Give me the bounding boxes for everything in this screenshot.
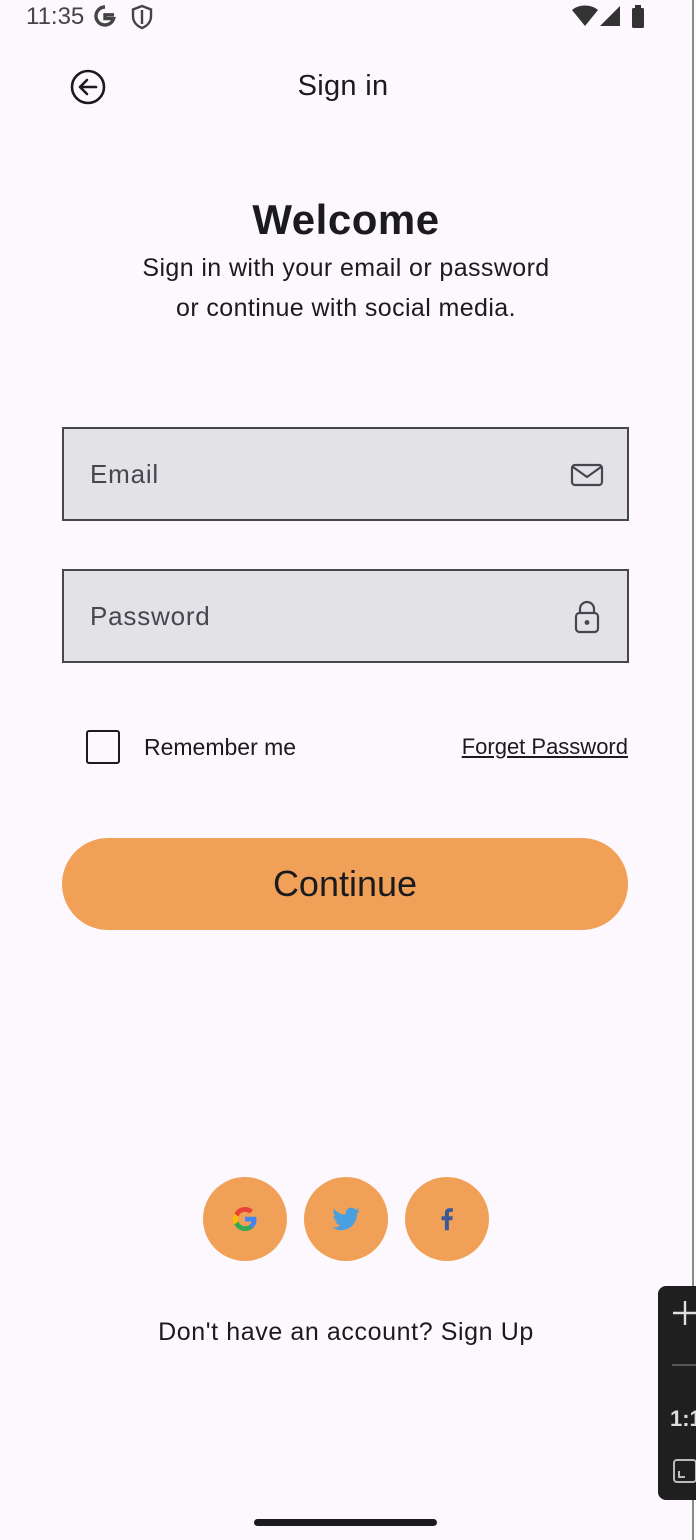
google-status-icon [94, 5, 116, 27]
lock-icon [574, 600, 600, 634]
password-placeholder: Password [90, 601, 211, 631]
subtitle-line-1: Sign in with your email or password [142, 254, 550, 282]
email-field[interactable]: Email [62, 427, 629, 521]
zoom-panel: 1:1 [658, 1286, 696, 1500]
status-time: 11:35 [26, 3, 85, 30]
mail-icon [570, 463, 604, 487]
remember-me-checkbox[interactable] [86, 730, 120, 764]
continue-label: Continue [272, 863, 418, 904]
signal-icon [600, 6, 620, 26]
signup-prompt[interactable]: Don't have an account? Sign Up [48, 1314, 644, 1350]
wifi-icon [572, 5, 598, 26]
status-right-icons [572, 5, 644, 28]
page-title: Sign in [297, 70, 389, 102]
zoom-divider [672, 1364, 696, 1366]
fit-screen-icon[interactable] [672, 1458, 696, 1484]
home-indicator[interactable] [254, 1519, 437, 1526]
twitter-signin-button[interactable] [304, 1177, 388, 1261]
continue-button[interactable]: Continue [62, 838, 628, 930]
google-signin-button[interactable] [203, 1177, 287, 1261]
facebook-icon [441, 1208, 453, 1231]
remember-me-label: Remember me [144, 734, 297, 760]
twitter-icon [332, 1207, 360, 1231]
forget-password-link[interactable]: Forget Password [430, 730, 628, 764]
subtitle-line-2: or continue with social media. [176, 294, 516, 322]
zoom-ratio[interactable]: 1:1 [670, 1406, 696, 1432]
facebook-signin-button[interactable] [405, 1177, 489, 1261]
battery-icon [632, 5, 644, 28]
password-field[interactable]: Password [62, 569, 629, 663]
back-button[interactable] [64, 64, 112, 112]
zoom-in-icon[interactable] [670, 1298, 696, 1328]
google-icon [233, 1207, 257, 1231]
arrow-back-circle-icon [70, 69, 106, 105]
shield-icon [131, 4, 153, 30]
welcome-subtitle: Sign in with your email or password or c… [48, 248, 644, 328]
welcome-heading: Welcome [252, 196, 440, 243]
email-placeholder: Email [90, 459, 160, 489]
